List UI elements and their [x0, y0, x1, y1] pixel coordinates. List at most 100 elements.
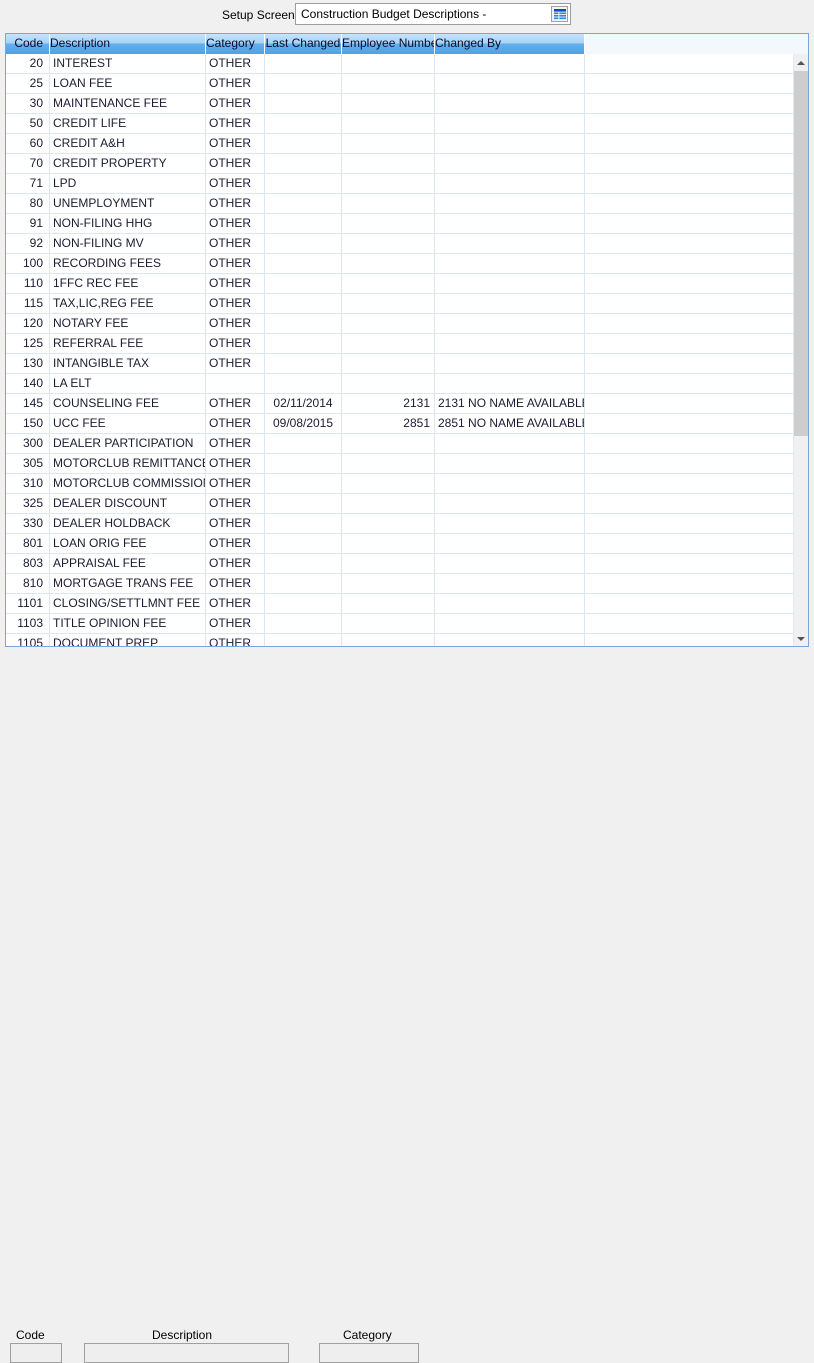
cell-emp[interactable] [342, 134, 435, 153]
cell-last[interactable] [265, 494, 342, 513]
grid-header-desc[interactable]: Description [50, 34, 206, 54]
cell-code[interactable]: 803 [6, 554, 50, 573]
cell-emp[interactable] [342, 574, 435, 593]
cell-code[interactable]: 92 [6, 234, 50, 253]
cell-desc[interactable]: RECORDING FEES [50, 254, 206, 273]
cell-desc[interactable]: CLOSING/SETTLMNT FEE [50, 594, 206, 613]
cell-chg[interactable] [435, 174, 585, 193]
cell-emp[interactable] [342, 374, 435, 393]
cell-desc[interactable]: MAINTENANCE FEE [50, 94, 206, 113]
table-row[interactable]: 70 CREDIT PROPERTY OTHER [6, 154, 793, 174]
cell-desc[interactable]: LA ELT [50, 374, 206, 393]
cell-cat[interactable]: OTHER [206, 554, 265, 573]
cell-emp[interactable] [342, 454, 435, 473]
cell-code[interactable]: 310 [6, 474, 50, 493]
cell-emp[interactable] [342, 54, 435, 73]
cell-cat[interactable]: OTHER [206, 314, 265, 333]
cell-blank[interactable] [585, 394, 793, 413]
cell-emp[interactable] [342, 514, 435, 533]
cell-last[interactable] [265, 254, 342, 273]
cell-code[interactable]: 91 [6, 214, 50, 233]
cell-chg[interactable] [435, 54, 585, 73]
cell-cat[interactable]: OTHER [206, 134, 265, 153]
cell-emp[interactable] [342, 474, 435, 493]
cell-emp[interactable] [342, 434, 435, 453]
cell-emp[interactable] [342, 114, 435, 133]
cell-last[interactable] [265, 634, 342, 646]
cell-desc[interactable]: NOTARY FEE [50, 314, 206, 333]
cell-cat[interactable]: OTHER [206, 634, 265, 646]
cell-blank[interactable] [585, 254, 793, 273]
cell-blank[interactable] [585, 594, 793, 613]
cell-chg[interactable] [435, 374, 585, 393]
cell-last[interactable] [265, 54, 342, 73]
cell-desc[interactable]: TITLE OPINION FEE [50, 614, 206, 633]
grid-body[interactable]: 20 INTEREST OTHER 25 LOAN FEE OTHER 30 MAINTENA… [6, 54, 793, 646]
table-row[interactable]: 92 NON-FILING MV OTHER [6, 234, 793, 254]
table-row[interactable]: 810 MORTGAGE TRANS FEE OTHER [6, 574, 793, 594]
cell-chg[interactable] [435, 134, 585, 153]
description-field[interactable] [84, 1343, 289, 1363]
cell-last[interactable] [265, 354, 342, 373]
cell-last[interactable] [265, 474, 342, 493]
cell-desc[interactable]: CREDIT PROPERTY [50, 154, 206, 173]
cell-emp[interactable] [342, 634, 435, 646]
cell-blank[interactable] [585, 54, 793, 73]
cell-emp[interactable] [342, 614, 435, 633]
cell-emp[interactable] [342, 314, 435, 333]
grid-vertical-scrollbar[interactable] [793, 54, 808, 646]
cell-code[interactable]: 801 [6, 534, 50, 553]
cell-blank[interactable] [585, 494, 793, 513]
grid-header-cat[interactable]: Category [206, 34, 265, 54]
cell-emp[interactable]: 2851 [342, 414, 435, 433]
cell-desc[interactable]: INTANGIBLE TAX [50, 354, 206, 373]
cell-chg[interactable] [435, 274, 585, 293]
scroll-down-button[interactable] [794, 630, 808, 646]
cell-last[interactable] [265, 214, 342, 233]
cell-code[interactable]: 30 [6, 94, 50, 113]
category-field[interactable] [319, 1343, 419, 1363]
cell-blank[interactable] [585, 214, 793, 233]
cell-emp[interactable] [342, 354, 435, 373]
cell-cat[interactable]: OTHER [206, 354, 265, 373]
cell-code[interactable]: 120 [6, 314, 50, 333]
cell-desc[interactable]: CREDIT LIFE [50, 114, 206, 133]
cell-cat[interactable]: OTHER [206, 454, 265, 473]
cell-blank[interactable] [585, 614, 793, 633]
cell-chg[interactable] [435, 594, 585, 613]
cell-code[interactable]: 150 [6, 414, 50, 433]
cell-emp[interactable]: 2131 [342, 394, 435, 413]
cell-last[interactable] [265, 574, 342, 593]
cell-desc[interactable]: MOTORCLUB REMITTANCE [50, 454, 206, 473]
cell-code[interactable]: 125 [6, 334, 50, 353]
cell-blank[interactable] [585, 194, 793, 213]
cell-chg[interactable] [435, 354, 585, 373]
cell-code[interactable]: 110 [6, 274, 50, 293]
cell-chg[interactable] [435, 634, 585, 646]
cell-last[interactable] [265, 74, 342, 93]
cell-blank[interactable] [585, 514, 793, 533]
grid-header-blank[interactable] [585, 34, 808, 54]
cell-cat[interactable]: OTHER [206, 54, 265, 73]
cell-emp[interactable] [342, 554, 435, 573]
cell-blank[interactable] [585, 174, 793, 193]
cell-code[interactable]: 1101 [6, 594, 50, 613]
cell-blank[interactable] [585, 634, 793, 646]
table-row[interactable]: 50 CREDIT LIFE OTHER [6, 114, 793, 134]
cell-last[interactable] [265, 174, 342, 193]
cell-code[interactable]: 71 [6, 174, 50, 193]
cell-code[interactable]: 130 [6, 354, 50, 373]
cell-last[interactable]: 09/08/2015 [265, 414, 342, 433]
cell-cat[interactable]: OTHER [206, 154, 265, 173]
cell-code[interactable]: 810 [6, 574, 50, 593]
cell-cat[interactable]: OTHER [206, 614, 265, 633]
cell-chg[interactable] [435, 454, 585, 473]
cell-emp[interactable] [342, 234, 435, 253]
cell-chg[interactable] [435, 94, 585, 113]
cell-blank[interactable] [585, 314, 793, 333]
table-row[interactable]: 20 INTEREST OTHER [6, 54, 793, 74]
cell-blank[interactable] [585, 534, 793, 553]
table-row[interactable]: 60 CREDIT A&H OTHER [6, 134, 793, 154]
cell-code[interactable]: 325 [6, 494, 50, 513]
table-row[interactable]: 120 NOTARY FEE OTHER [6, 314, 793, 334]
